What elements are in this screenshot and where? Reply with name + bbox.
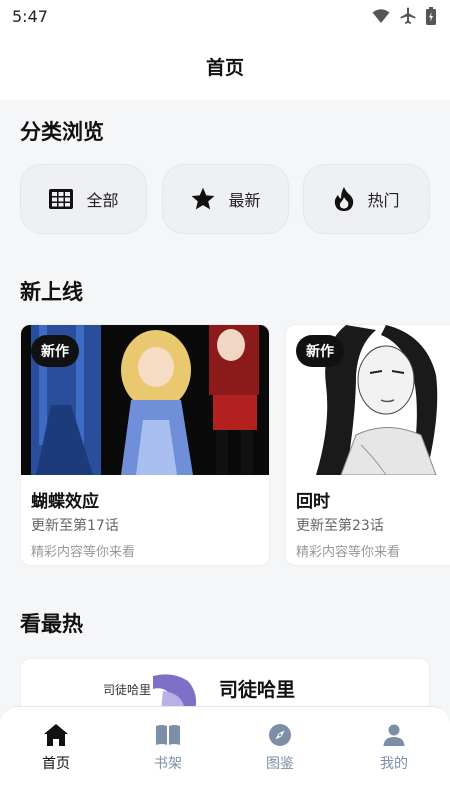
card-update-status: 更新至第23话 [296,518,384,534]
thumbnail-label: 司徒哈里 [103,683,152,697]
hottest-section-title: 看最热 [20,612,83,636]
tab-bookshelf[interactable]: 书架 [112,723,224,783]
card-description: 精彩内容等你来看 [296,545,401,560]
tab-bookshelf-label: 书架 [154,756,182,772]
comic-card[interactable]: 新作 回时 更新至第23话 精彩内容等你来看 [285,324,450,566]
card-title: 回时 [296,492,330,512]
home-icon [44,724,68,746]
category-hot-button[interactable]: 热门 [303,164,430,234]
tab-catalog-label: 图鉴 [266,756,294,772]
tab-catalog[interactable]: 图鉴 [224,723,336,783]
tab-home-label: 首页 [42,756,70,772]
hot-comic-card[interactable]: 司徒哈里 司徒哈里 [20,658,430,706]
category-all-label: 全部 [86,191,119,210]
tab-profile[interactable]: 我的 [338,723,450,783]
tab-home[interactable]: 首页 [0,723,112,783]
status-time: 5:47 [12,6,48,26]
page-title: 首页 [205,56,244,79]
grid-icon [49,189,74,209]
status-icons [372,7,436,25]
new-badge: 新作 [31,335,79,367]
bottom-tab-bar: 首页 书架 图鉴 我的 [0,706,450,800]
compass-icon [269,724,291,746]
tab-profile-label: 我的 [380,756,408,772]
wifi-icon [372,9,390,23]
cover-image: 新作 [21,325,269,475]
category-hot-label: 热门 [367,191,400,210]
card-update-status: 更新至第17话 [31,518,119,534]
flame-icon [335,187,354,211]
airplane-icon [400,7,416,24]
user-icon [383,724,405,746]
book-icon [156,725,180,745]
new-releases-section-title: 新上线 [20,280,83,304]
category-latest-button[interactable]: 最新 [162,164,289,234]
category-latest-label: 最新 [228,191,261,210]
main-content[interactable]: 分类浏览 全部 最新 热门 新上线 新作 蝴蝶效应 更新至第17话 精彩内容等你… [0,100,450,706]
hot-comic-title: 司徒哈里 [219,679,296,701]
categories-section-title: 分类浏览 [20,120,104,144]
hot-thumbnail: 司徒哈里 [93,671,203,706]
new-badge: 新作 [296,335,344,367]
cover-image: 新作 [286,325,450,475]
star-icon [192,187,215,210]
comic-card[interactable]: 新作 蝴蝶效应 更新至第17话 精彩内容等你来看 [20,324,270,566]
battery-icon [426,7,436,25]
status-bar: 5:47 [0,0,450,32]
header: 首页 [0,32,450,100]
card-title: 蝴蝶效应 [31,492,99,512]
category-all-button[interactable]: 全部 [20,164,147,234]
card-description: 精彩内容等你来看 [31,545,136,560]
